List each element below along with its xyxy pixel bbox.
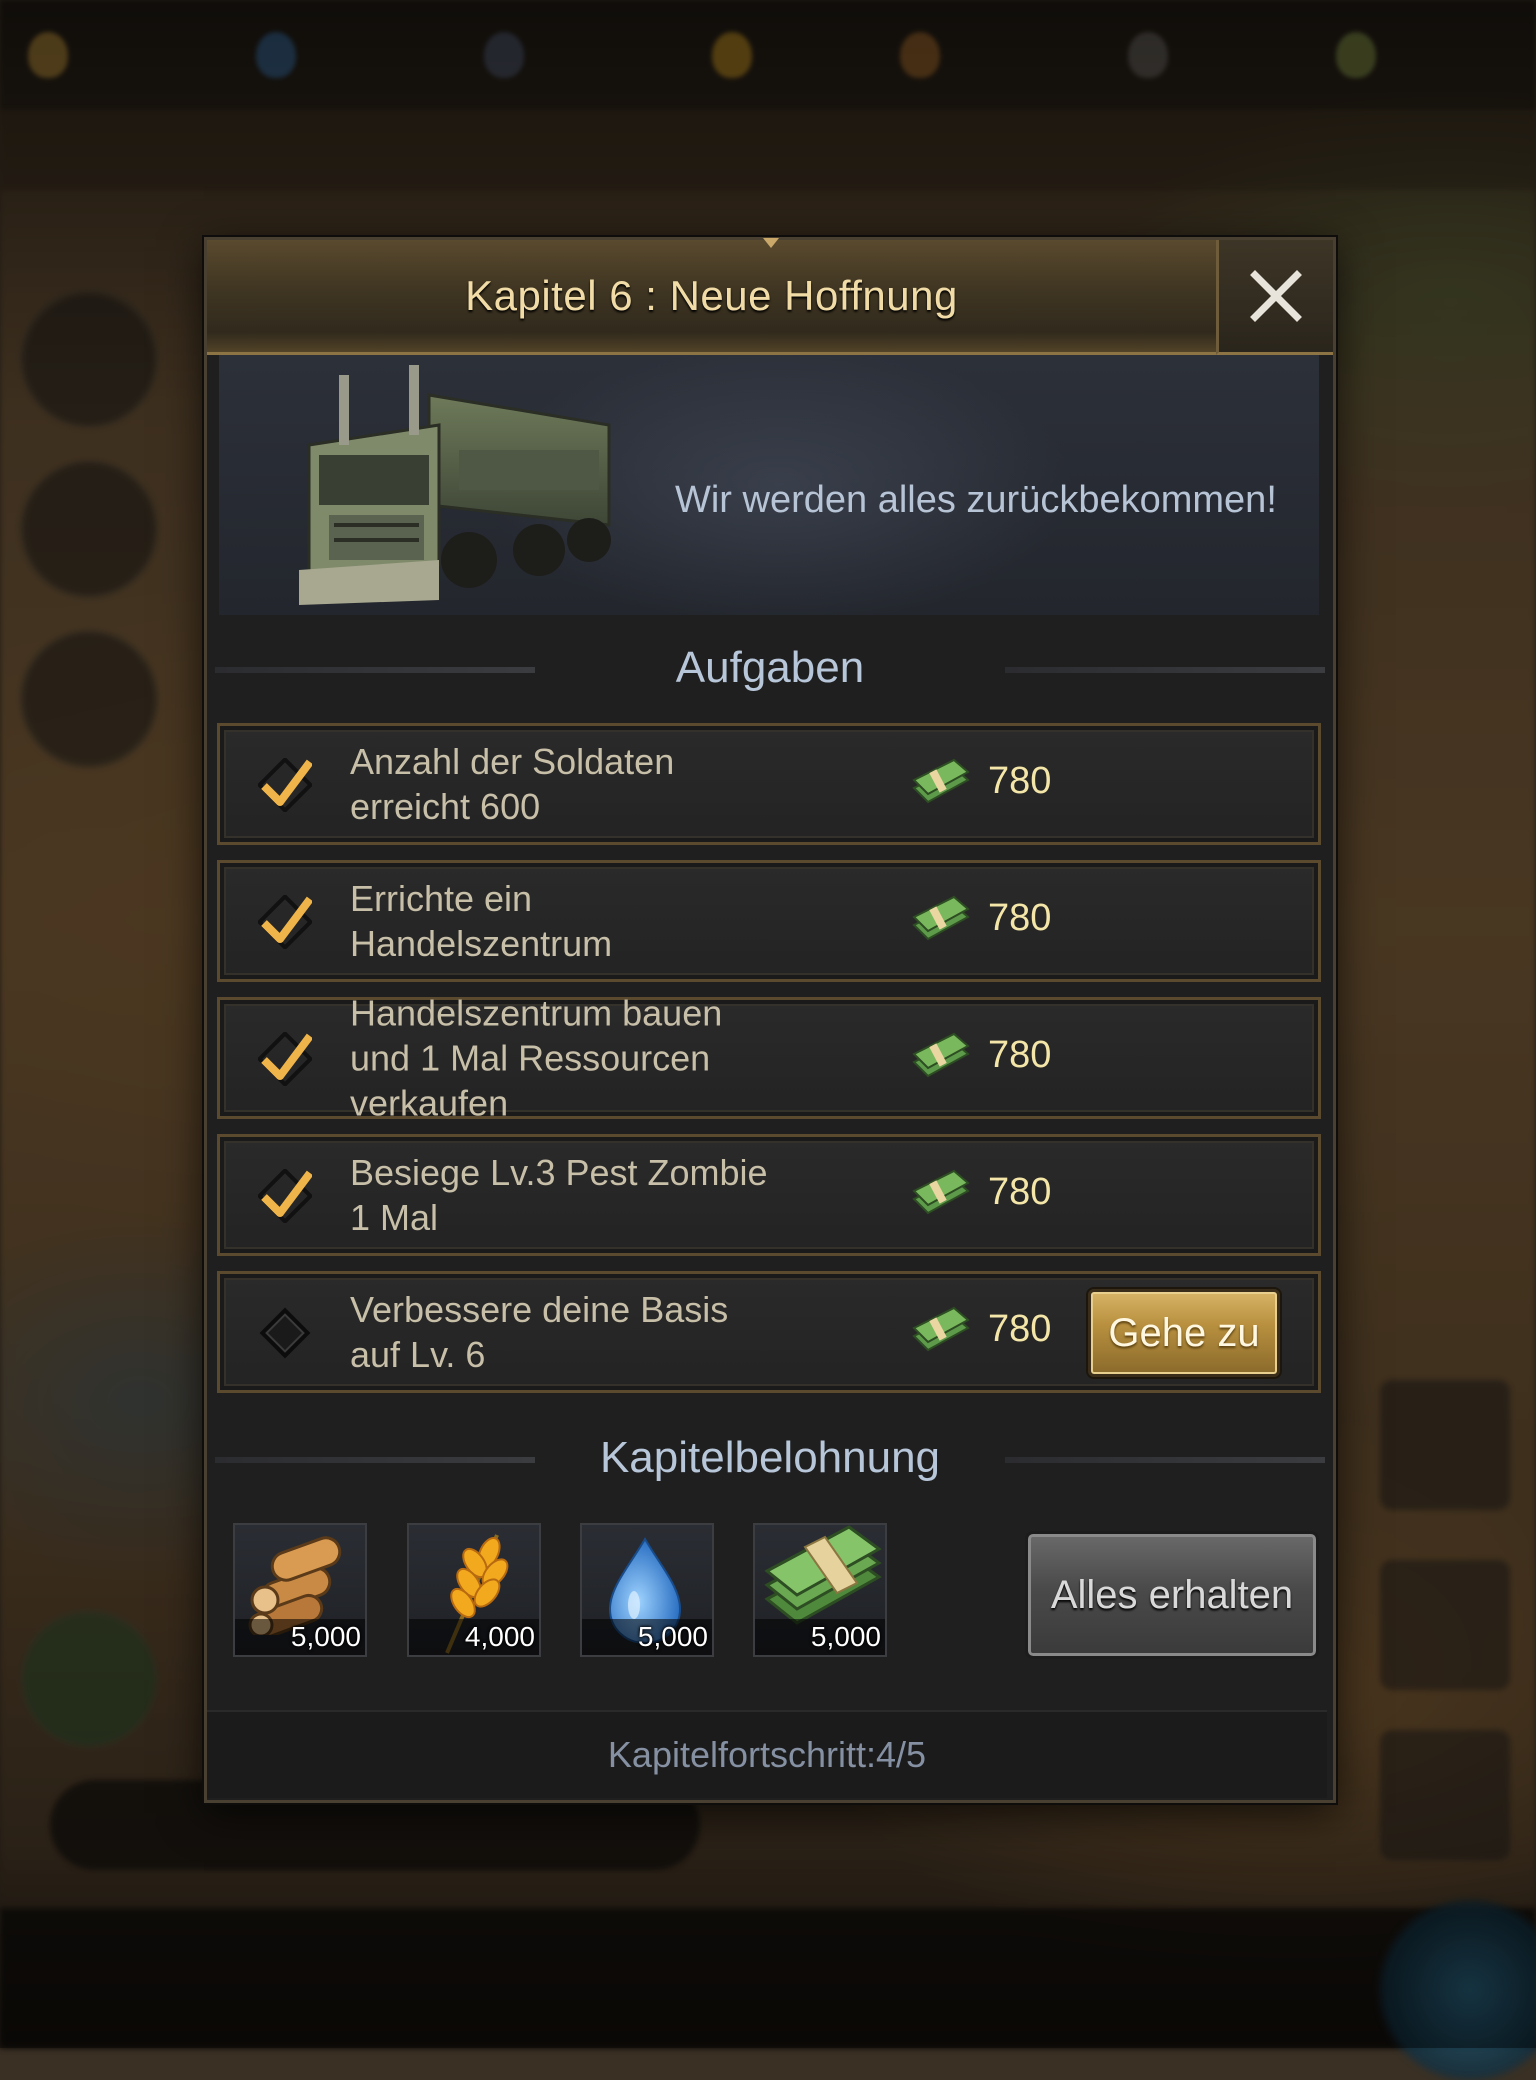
divider (1005, 667, 1325, 673)
task-row: Besiege Lv.3 Pest Zombie 1 Mal 780 (217, 1134, 1321, 1256)
divider (215, 667, 535, 673)
reward-item-cash[interactable]: 5,000 (753, 1523, 887, 1657)
task-row: Errichte ein Handelszentrum 780 (217, 860, 1321, 982)
cash-icon (912, 1306, 970, 1352)
task-reward-value: 780 (988, 1034, 1052, 1076)
task-label: Verbessere deine Basis auf Lv. 6 (350, 1287, 830, 1377)
reward-heading: Kapitelbelohnung (207, 1428, 1333, 1488)
task-row: Handelszentrum bauen und 1 Mal Ressource… (217, 993, 1321, 1124)
task-label-line: Handelszentrum (350, 923, 613, 964)
task-reward-value: 780 (988, 897, 1052, 939)
task-reward-value: 780 (988, 1171, 1052, 1213)
cash-icon (912, 758, 970, 804)
banner-text: Wir werden alles zurückbekommen! (675, 479, 1277, 521)
reward-amount: 5,000 (637, 1621, 708, 1652)
task-reward-value: 780 (988, 1308, 1052, 1350)
goto-button[interactable]: Gehe zu (1088, 1289, 1280, 1377)
chapter-progress: Kapitelfortschritt:4/5 (207, 1710, 1327, 1798)
reward-amount: 4,000 (464, 1621, 535, 1652)
truck-icon (299, 365, 611, 605)
task-label: Besiege Lv.3 Pest Zombie 1 Mal (350, 1150, 830, 1240)
chapter-dialog: Kapitel 6 : Neue Hoffnung Wir werden all… (204, 237, 1336, 1803)
cash-icon (912, 1169, 970, 1215)
divider (215, 1457, 535, 1463)
checkmark-icon (258, 1169, 312, 1223)
tasks-heading-label: Aufgaben (675, 643, 865, 692)
task-label: Errichte ein Handelszentrum (350, 876, 830, 966)
close-icon (1250, 270, 1302, 322)
cash-icon (912, 895, 970, 941)
task-label: Anzahl der Soldaten erreicht 600 (350, 739, 830, 829)
divider (1005, 1457, 1325, 1463)
reward-item-wood[interactable]: 5,000 (233, 1523, 367, 1657)
task-label-line: Errichte ein (350, 878, 533, 919)
task-row: Anzahl der Soldaten erreicht 600 780 (217, 723, 1321, 845)
task-label: Handelszentrum bauen und 1 Mal Ressource… (350, 991, 830, 1126)
chapter-banner: Wir werden alles zurückbekommen! (219, 355, 1319, 615)
checkmark-icon (258, 758, 312, 812)
task-label-line: Handelszentrum bauen (350, 992, 723, 1034)
dialog-title: Kapitel 6 : Neue Hoffnung (465, 272, 958, 319)
task-label-line: Verbessere deine Basis (350, 1289, 729, 1330)
claim-all-button[interactable]: Alles erhalten (1025, 1531, 1319, 1659)
task-reward-value: 780 (988, 760, 1052, 802)
reward-heading-label: Kapitelbelohnung (599, 1433, 941, 1482)
checkmark-icon (258, 895, 312, 949)
reward-item-wheat[interactable]: 4,000 (407, 1523, 541, 1657)
empty-diamond-icon (259, 1307, 311, 1359)
reward-amount: 5,000 (290, 1621, 361, 1652)
task-label-line: verkaufen (350, 1082, 509, 1124)
progress-text: Kapitelfortschritt:4/5 (607, 1734, 927, 1775)
task-label-line: Besiege Lv.3 Pest Zombie (350, 1152, 768, 1193)
close-button[interactable] (1216, 240, 1333, 355)
checkmark-icon (258, 1032, 312, 1086)
reward-item-water[interactable]: 5,000 (580, 1523, 714, 1657)
reward-amount: 5,000 (810, 1621, 881, 1652)
cash-icon (912, 1032, 970, 1078)
task-label-line: und 1 Mal Ressourcen (350, 1037, 711, 1079)
task-label-line: erreicht 600 (350, 786, 541, 827)
task-label-line: Anzahl der Soldaten (350, 741, 675, 782)
task-label-line: 1 Mal (350, 1197, 439, 1238)
dialog-header: Kapitel 6 : Neue Hoffnung (207, 238, 1216, 355)
header-notch (763, 238, 779, 248)
task-label-line: auf Lv. 6 (350, 1334, 486, 1375)
task-row: Verbessere deine Basis auf Lv. 6 780 Geh… (217, 1271, 1321, 1393)
tasks-heading: Aufgaben (207, 638, 1333, 698)
